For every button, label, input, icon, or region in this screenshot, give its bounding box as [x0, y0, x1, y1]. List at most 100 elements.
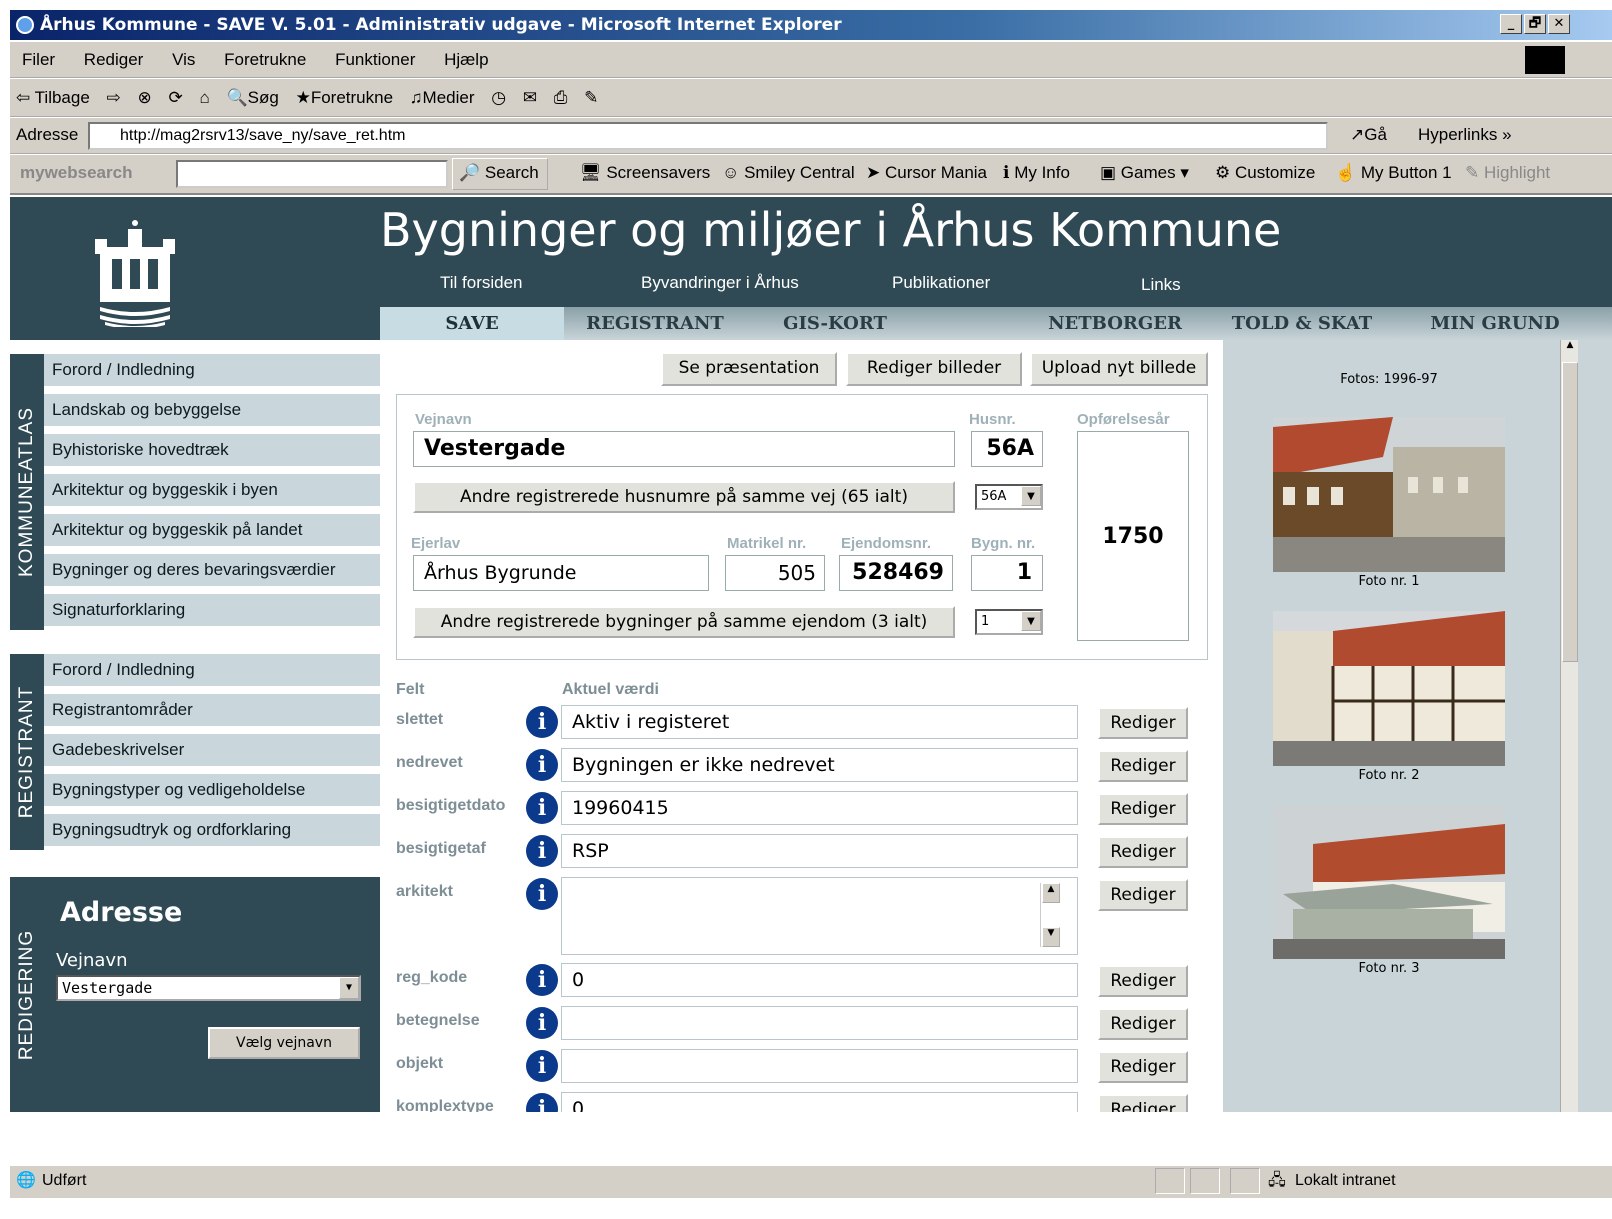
bygnnr-field[interactable]: 1: [971, 555, 1043, 591]
field-value[interactable]: 0: [561, 1092, 1078, 1112]
tab-gis-kort[interactable]: GIS-KORT: [760, 307, 910, 340]
smiley-central-link[interactable]: ☺ Smiley Central: [722, 163, 855, 183]
ejerlav-field[interactable]: Århus Bygrunde: [413, 555, 709, 591]
mywebsearch-logo[interactable]: mywebsearch: [20, 163, 132, 183]
print-icon[interactable]: ⎙: [554, 88, 568, 107]
field-value[interactable]: [561, 1049, 1078, 1083]
favorites-button[interactable]: ★Foretrukne: [296, 88, 393, 107]
back-button[interactable]: ⇦ Tilbage: [16, 88, 90, 107]
nav-byvandringer[interactable]: Byvandringer i Århus: [641, 273, 799, 293]
rediger-billeder-button[interactable]: Rediger billeder: [846, 352, 1022, 386]
search-button[interactable]: 🔍Søg: [227, 88, 279, 107]
tab-told-skat[interactable]: TOLD & SKAT: [1222, 307, 1382, 340]
scroll-down-icon[interactable]: ▼: [1042, 927, 1060, 947]
textarea-scrollbar[interactable]: ▲ ▼: [1040, 883, 1060, 947]
go-button[interactable]: ↗Gå: [1350, 125, 1387, 145]
websearch-button[interactable]: 🔎 Search: [452, 158, 548, 190]
menu-item-registrantomrader[interactable]: Registrantområder: [44, 694, 380, 730]
menu-item-byhistoriske[interactable]: Byhistoriske hovedtræk: [44, 434, 380, 470]
vejnavn-select[interactable]: Vestergade ▼: [56, 975, 361, 1001]
customize-link[interactable]: ⚙ Customize: [1215, 163, 1315, 183]
rediger-button[interactable]: Rediger: [1098, 1094, 1188, 1112]
menu-filer[interactable]: Filer: [22, 50, 55, 69]
nav-publikationer[interactable]: Publikationer: [892, 273, 990, 293]
tab-save[interactable]: SAVE: [380, 307, 564, 340]
chevron-down-icon[interactable]: ▼: [1021, 611, 1041, 631]
menu-item-landskab[interactable]: Landskab og bebyggelse: [44, 394, 380, 430]
menu-foretrukne[interactable]: Foretrukne: [224, 50, 306, 69]
field-value[interactable]: 19960415: [561, 791, 1078, 825]
building-photo-3[interactable]: [1273, 804, 1505, 959]
menu-item-bygningstyper[interactable]: Bygningstyper og vedligeholdelse: [44, 774, 380, 810]
info-icon[interactable]: i: [526, 1007, 558, 1039]
close-button[interactable]: ✕: [1548, 14, 1570, 34]
husnr-field[interactable]: 56A: [971, 431, 1043, 467]
info-icon[interactable]: i: [526, 706, 558, 738]
se-praesentation-button[interactable]: Se præsentation: [661, 352, 837, 386]
menu-item-gadebeskrivelser[interactable]: Gadebeskrivelser: [44, 734, 380, 770]
matrikel-field[interactable]: 505: [725, 555, 825, 591]
menu-rediger[interactable]: Rediger: [84, 50, 144, 69]
cursor-mania-link[interactable]: ➤ Cursor Mania: [866, 163, 987, 183]
hyperlinks-button[interactable]: Hyperlinks »: [1418, 125, 1512, 145]
screensavers-link[interactable]: 🖥 Screensavers: [580, 163, 710, 183]
media-button[interactable]: ♫Medier: [410, 88, 475, 107]
rediger-button[interactable]: Rediger: [1098, 707, 1188, 739]
rediger-button[interactable]: Rediger: [1098, 750, 1188, 782]
scroll-up-icon[interactable]: ▲: [1562, 340, 1578, 360]
field-value[interactable]: Bygningen er ikke nedrevet: [561, 748, 1078, 782]
scroll-up-icon[interactable]: ▲: [1042, 883, 1060, 903]
rediger-button[interactable]: Rediger: [1098, 793, 1188, 825]
info-icon[interactable]: i: [526, 964, 558, 996]
edit-icon[interactable]: ✎: [584, 88, 598, 107]
menu-item-signatur[interactable]: Signaturforklaring: [44, 594, 380, 630]
nav-links[interactable]: Links: [1141, 275, 1181, 295]
menu-item-arkitektur-land[interactable]: Arkitektur og byggeskik på landet: [44, 514, 380, 550]
menu-item-bevaringsvaerdier[interactable]: Bygninger og deres bevaringsværdier: [44, 554, 380, 590]
mail-icon[interactable]: ✉: [523, 88, 537, 107]
other-buildings-button[interactable]: Andre registrerede bygninger på samme ej…: [413, 606, 955, 638]
tab-min-grund[interactable]: MIN GRUND: [1415, 307, 1575, 340]
ejendomsnr-field[interactable]: 528469: [839, 555, 953, 591]
field-textarea[interactable]: [561, 877, 1078, 955]
vejnavn-field[interactable]: Vestergade: [413, 431, 955, 467]
chevron-down-icon[interactable]: ▼: [1021, 486, 1041, 506]
rediger-button[interactable]: Rediger: [1098, 1051, 1188, 1083]
menu-item-reg-forord[interactable]: Forord / Indledning: [44, 654, 380, 690]
rediger-button[interactable]: Rediger: [1098, 965, 1188, 997]
menu-vis[interactable]: Vis: [172, 50, 195, 69]
rediger-button[interactable]: Rediger: [1098, 836, 1188, 868]
housenumber-select[interactable]: 56A ▼: [975, 484, 1043, 510]
info-icon[interactable]: i: [526, 1093, 558, 1112]
info-icon[interactable]: i: [526, 792, 558, 824]
other-housenumbers-button[interactable]: Andre registrerede husnumre på samme vej…: [413, 481, 955, 513]
field-value[interactable]: [561, 1006, 1078, 1040]
menu-hjaelp[interactable]: Hjælp: [444, 50, 488, 69]
chevron-down-icon[interactable]: ▼: [339, 977, 359, 999]
url-input[interactable]: http://mag2rsrv13/save_ny/save_ret.htm: [88, 122, 1328, 150]
rediger-button[interactable]: Rediger: [1098, 1008, 1188, 1040]
building-photo-2[interactable]: [1273, 611, 1505, 766]
info-icon[interactable]: i: [526, 878, 558, 910]
tab-netborger[interactable]: NETBORGER: [1040, 307, 1190, 340]
websearch-input[interactable]: [176, 160, 448, 188]
info-icon[interactable]: i: [526, 1050, 558, 1082]
building-select[interactable]: 1 ▼: [975, 609, 1043, 635]
opforelsesaar-field[interactable]: 1750: [1077, 431, 1189, 641]
field-value[interactable]: Aktiv i registeret: [561, 705, 1078, 739]
menu-item-arkitektur-by[interactable]: Arkitektur og byggeskik i byen: [44, 474, 380, 510]
upload-billede-button[interactable]: Upload nyt billede: [1030, 352, 1208, 386]
minimize-button[interactable]: _: [1500, 14, 1522, 34]
highlight-link[interactable]: ✎ Highlight: [1465, 163, 1550, 183]
page-scrollbar[interactable]: ▲: [1560, 340, 1578, 1112]
scroll-thumb[interactable]: [1562, 362, 1578, 662]
info-icon[interactable]: i: [526, 749, 558, 781]
my-button-link[interactable]: ☝ My Button 1: [1335, 163, 1452, 183]
building-photo-1[interactable]: [1273, 417, 1505, 572]
menu-item-bygningsudtryk[interactable]: Bygningsudtryk og ordforklaring: [44, 814, 380, 850]
refresh-icon[interactable]: ⟳: [169, 88, 183, 107]
rediger-button[interactable]: Rediger: [1098, 879, 1188, 911]
stop-icon[interactable]: ⊗: [138, 88, 152, 107]
games-link[interactable]: ▣ Games ▾: [1100, 163, 1189, 183]
history-icon[interactable]: ◷: [491, 88, 506, 107]
